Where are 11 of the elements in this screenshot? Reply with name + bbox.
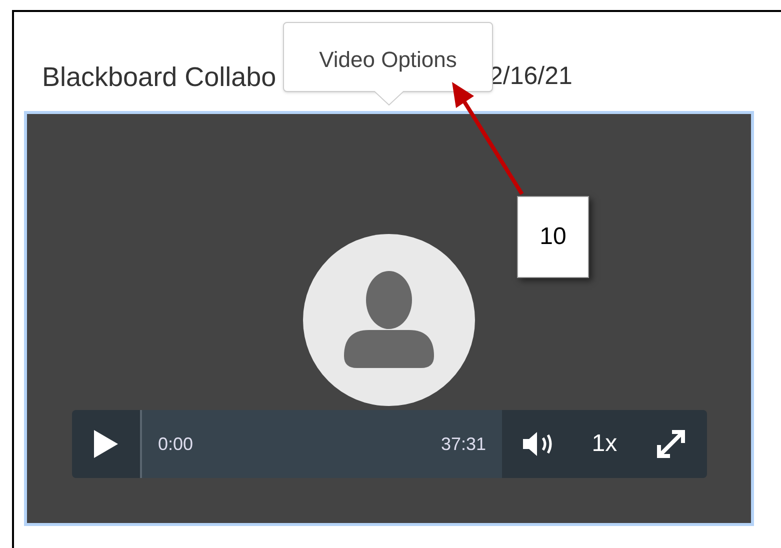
page-heading: Blackboard Collabo <box>42 61 276 94</box>
tooltip-text: Video Options <box>319 46 457 74</box>
progress-bar[interactable]: 0:00 37:31 <box>142 410 502 478</box>
play-icon <box>92 428 120 460</box>
current-time: 0:00 <box>158 432 194 456</box>
speed-button[interactable]: 1x <box>592 426 618 462</box>
duration: 37:31 <box>440 432 486 456</box>
annotation-number: 10 <box>540 222 566 252</box>
avatar-icon <box>303 234 475 406</box>
play-button[interactable] <box>72 410 142 478</box>
page-heading-date: 2/16/21 <box>489 61 572 92</box>
